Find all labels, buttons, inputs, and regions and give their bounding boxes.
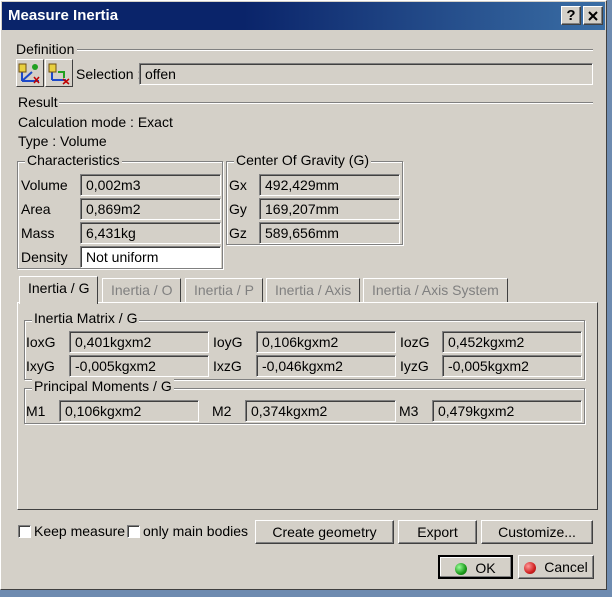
- definition-separator: [77, 49, 593, 51]
- close-icon: [588, 11, 598, 21]
- gx-label: Gx: [229, 177, 247, 193]
- ioxg-value: 0,401kgxm2: [69, 331, 209, 353]
- gx-value: 492,429mm: [259, 174, 400, 196]
- ok-button[interactable]: OK: [438, 555, 513, 579]
- m2-value: 0,374kgxm2: [245, 400, 396, 422]
- help-button[interactable]: ?: [561, 6, 581, 25]
- ioyg-value: 0,106kgxm2: [256, 331, 396, 353]
- m1-value: 0,106kgxm2: [59, 400, 199, 422]
- customize-button[interactable]: Customize...: [481, 520, 593, 544]
- center-of-gravity-title: Center Of Gravity (G): [234, 152, 372, 168]
- characteristics-title: Characteristics: [25, 152, 122, 168]
- keep-measure-label: Keep measure: [34, 523, 126, 539]
- volume-label: Volume: [21, 177, 68, 193]
- m3-label: M3: [399, 403, 419, 419]
- window-title: Measure Inertia: [8, 7, 119, 24]
- cancel-label: Cancel: [544, 559, 588, 575]
- inertia-g-panel: Inertia Matrix / G IoxG 0,401kgxm2 IoyG …: [17, 302, 598, 510]
- tab-inertia-o[interactable]: Inertia / O: [102, 278, 182, 302]
- gy-label: Gy: [229, 201, 247, 217]
- mass-value: 6,431kg: [80, 222, 221, 244]
- density-value[interactable]: Not uniform: [80, 246, 221, 268]
- tab-inertia-g-label: Inertia / G: [28, 280, 90, 296]
- m2-label: M2: [212, 403, 232, 419]
- axis-system-icon: [48, 63, 70, 85]
- selection-axis-button[interactable]: [45, 59, 73, 87]
- area-value: 0,869m2: [80, 198, 221, 220]
- m3-value: 0,479kgxm2: [432, 400, 582, 422]
- export-button[interactable]: Export: [398, 520, 477, 544]
- selection-field[interactable]: offen: [139, 63, 593, 85]
- close-button[interactable]: [583, 6, 603, 25]
- only-main-bodies-label: only main bodies: [143, 523, 249, 539]
- area-label: Area: [21, 201, 51, 217]
- measure-inertia-dialog: Measure Inertia ? Definition Selection :…: [0, 0, 607, 590]
- result-type: Type : Volume: [18, 133, 107, 149]
- m1-label: M1: [26, 403, 46, 419]
- tab-inertia-g[interactable]: Inertia / G: [19, 276, 99, 304]
- selection-label: Selection :: [76, 66, 142, 82]
- iozg-value: 0,452kgxm2: [442, 331, 582, 353]
- volume-value: 0,002m3: [80, 174, 221, 196]
- gy-value: 169,207mm: [259, 198, 400, 220]
- result-heading: Result: [18, 94, 58, 110]
- result-separator: [59, 102, 593, 104]
- gz-value: 589,656mm: [259, 222, 400, 244]
- tab-inertia-axis-system[interactable]: Inertia / Axis System: [363, 278, 508, 302]
- calculation-mode: Calculation mode : Exact: [18, 114, 173, 130]
- axis-select-icon: [18, 63, 40, 84]
- cancel-stop-icon: [524, 562, 537, 574]
- iyzg-label: IyzG: [400, 358, 429, 374]
- ok-check-icon: [455, 563, 468, 575]
- tab-inertia-p-label: Inertia / P: [194, 282, 254, 298]
- ioyg-label: IoyG: [213, 334, 243, 350]
- ixyg-label: IxyG: [26, 358, 55, 374]
- selection-mode-button[interactable]: [16, 59, 44, 87]
- iyzg-value: -0,005kgxm2: [442, 355, 582, 377]
- ok-label: OK: [475, 560, 496, 576]
- tab-inertia-axis-system-label: Inertia / Axis System: [372, 282, 499, 298]
- ixyg-value: -0,005kgxm2: [69, 355, 209, 377]
- density-label: Density: [21, 249, 68, 265]
- ixzg-value: -0,046kgxm2: [256, 355, 396, 377]
- only-main-bodies-checkbox[interactable]: [127, 525, 140, 538]
- tab-inertia-p[interactable]: Inertia / P: [185, 278, 263, 302]
- keep-measure-checkbox[interactable]: [18, 525, 31, 538]
- title-bar[interactable]: Measure Inertia: [2, 2, 605, 30]
- tab-inertia-o-label: Inertia / O: [111, 282, 173, 298]
- tab-inertia-axis[interactable]: Inertia / Axis: [266, 278, 361, 302]
- tab-inertia-axis-label: Inertia / Axis: [275, 282, 352, 298]
- ioxg-label: IoxG: [26, 334, 56, 350]
- inertia-matrix-title: Inertia Matrix / G: [32, 310, 140, 326]
- cancel-button[interactable]: Cancel: [518, 555, 594, 579]
- definition-heading: Definition: [16, 41, 75, 57]
- mass-label: Mass: [21, 225, 55, 241]
- create-geometry-button[interactable]: Create geometry: [255, 520, 394, 544]
- gz-label: Gz: [229, 225, 247, 241]
- iozg-label: IozG: [400, 334, 430, 350]
- ixzg-label: IxzG: [213, 358, 242, 374]
- principal-moments-title: Principal Moments / G: [32, 378, 174, 394]
